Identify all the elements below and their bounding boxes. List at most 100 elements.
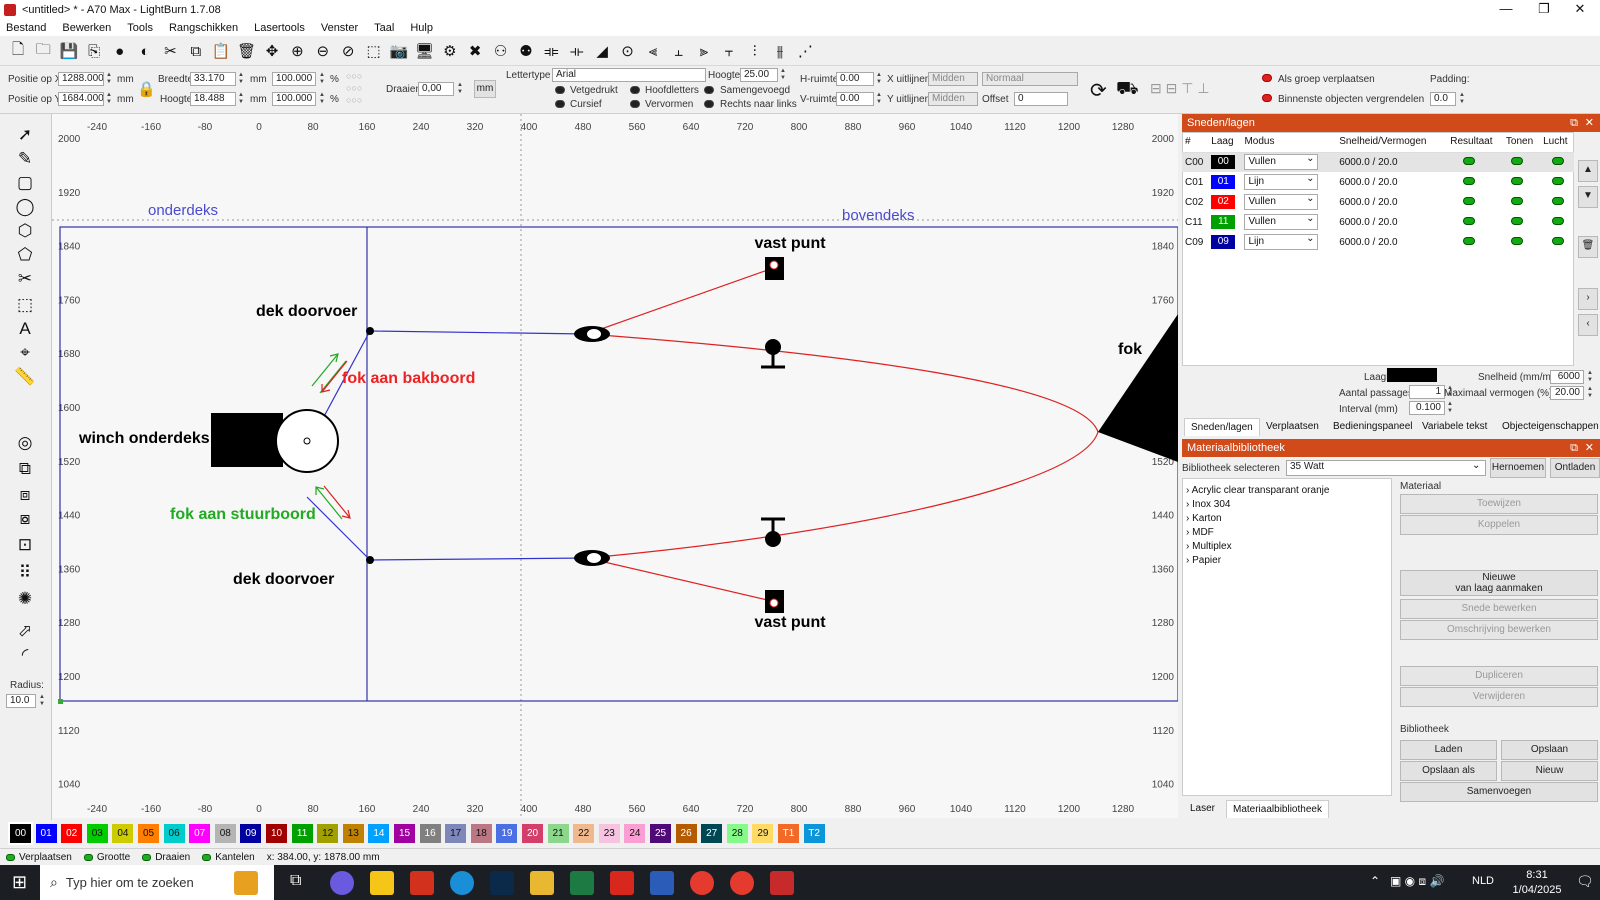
tab-cuts-layers[interactable]: Sneden/lagen: [1184, 418, 1260, 436]
welded-toggle[interactable]: [704, 86, 714, 94]
vspace-field[interactable]: 0.00: [836, 92, 874, 106]
menu-hulp[interactable]: Hulp: [410, 22, 433, 34]
font-height-spinner[interactable]: ▲ ▼: [779, 68, 787, 82]
lightburn-taskbar-icon[interactable]: [770, 871, 794, 895]
cuts-header-4[interactable]: Resultaat: [1447, 132, 1503, 153]
union-icon[interactable]: ⧈: [14, 484, 36, 506]
speed-spinner[interactable]: ▲ ▼: [1586, 370, 1594, 384]
tray-clock-time[interactable]: 8:31: [1512, 869, 1562, 881]
palette-swatch-14[interactable]: 14: [368, 824, 390, 843]
padding-field[interactable]: 0.0: [1430, 92, 1456, 106]
layer-swatch[interactable]: 00: [1211, 155, 1236, 170]
save-icon[interactable]: 💾: [59, 41, 79, 61]
distort-toggle[interactable]: [630, 100, 640, 108]
tab-move[interactable]: Verplaatsen: [1260, 418, 1325, 436]
table-row[interactable]: C02 02 Vullen 6000.0 / 20.0: [1182, 192, 1574, 212]
palette-swatch-20[interactable]: 20: [522, 824, 543, 843]
palette-swatch-15[interactable]: 15: [394, 824, 415, 843]
show-toggle[interactable]: [1510, 156, 1523, 165]
palette-swatch-05[interactable]: 05: [138, 824, 159, 843]
hspace-spinner[interactable]: ▲ ▼: [875, 72, 883, 86]
text-icon[interactable]: A: [14, 318, 36, 340]
work-briefcase-icon[interactable]: [234, 871, 258, 895]
acrobat-icon[interactable]: [610, 871, 634, 895]
chrome-profile-icon[interactable]: [730, 871, 754, 895]
polygon-icon[interactable]: ⬡: [14, 220, 36, 242]
tray-clock-date[interactable]: 1/04/2025: [1505, 884, 1569, 896]
file-explorer-icon[interactable]: [530, 871, 554, 895]
offset-field[interactable]: 0: [1014, 92, 1068, 106]
distribute-h-icon[interactable]: ⫶: [745, 41, 765, 61]
palette-swatch-01[interactable]: 01: [35, 824, 57, 843]
material-tree-item[interactable]: › Karton: [1186, 513, 1222, 524]
pos-y-spinner[interactable]: ▲ ▼: [105, 92, 113, 106]
rename-button[interactable]: Hernoemen: [1490, 458, 1546, 478]
bold-toggle[interactable]: [555, 86, 565, 94]
palette-swatch-07[interactable]: 07: [189, 824, 211, 843]
tools-icon[interactable]: ✖: [465, 41, 485, 61]
frame-select-icon[interactable]: ⬚: [364, 41, 384, 61]
table-row[interactable]: C11 11 Vullen 6000.0 / 20.0: [1182, 212, 1574, 232]
tray-chevron-icon[interactable]: ⌃: [1370, 874, 1380, 888]
output-toggle[interactable]: [1463, 176, 1476, 185]
label-vast-punt-top[interactable]: vast punt: [754, 235, 826, 252]
units-toggle-button[interactable]: mm: [474, 80, 496, 98]
unload-button[interactable]: Ontladen: [1550, 458, 1600, 478]
palette-swatch-08[interactable]: 08: [214, 824, 236, 843]
camera-icon[interactable]: 📷: [389, 41, 409, 61]
table-row[interactable]: C00 00 Vullen 6000.0 / 20.0: [1182, 152, 1574, 172]
cuts-header-1[interactable]: Laag: [1208, 132, 1242, 153]
align-center-icon[interactable]: ⊙: [618, 41, 638, 61]
save-as-button[interactable]: Opslaan als: [1400, 761, 1497, 781]
link-button[interactable]: Koppelen: [1400, 515, 1598, 535]
measure-icon[interactable]: 📏: [14, 366, 36, 388]
collapse-panel-button[interactable]: ‹: [1578, 314, 1598, 336]
menu-venster[interactable]: Venster: [321, 22, 358, 34]
intersect-icon[interactable]: ⊡: [14, 534, 36, 556]
cuts-header-6[interactable]: Lucht: [1540, 132, 1574, 153]
show-toggle[interactable]: [1510, 176, 1523, 185]
palette-swatch-25[interactable]: 25: [650, 824, 671, 843]
winch-base[interactable]: [211, 413, 283, 467]
palette-swatch-23[interactable]: 23: [598, 824, 620, 843]
menu-taal[interactable]: Taal: [374, 22, 394, 34]
palette-swatch-22[interactable]: 22: [573, 824, 595, 843]
table-row[interactable]: C09 09 Lijn 6000.0 / 20.0: [1182, 232, 1574, 252]
grid-array-icon[interactable]: ⠿: [14, 562, 36, 584]
deck-feedthrough-top[interactable]: [366, 327, 374, 335]
float-panel-icon[interactable]: ⧉: [1570, 439, 1578, 457]
caps-toggle[interactable]: [630, 86, 640, 94]
monitor-icon[interactable]: 🖥: [414, 41, 434, 61]
zoom-fit-icon[interactable]: ⊘: [338, 41, 358, 61]
weld-icon[interactable]: ⧉: [14, 458, 36, 480]
palette-swatch-09[interactable]: 09: [240, 824, 262, 843]
import-icon[interactable]: ●: [110, 41, 130, 61]
chrome-icon[interactable]: [690, 871, 714, 895]
edit-cut-button[interactable]: Snede bewerken: [1400, 599, 1598, 619]
palette-swatch-02[interactable]: 02: [61, 824, 83, 843]
delete-icon[interactable]: 🗑: [237, 41, 257, 61]
copy-icon[interactable]: ⧉: [186, 41, 206, 61]
rectangle-icon[interactable]: ▢: [14, 172, 36, 194]
palette-swatch-T2[interactable]: T2: [803, 824, 825, 843]
width-spinner[interactable]: ▲ ▼: [237, 72, 245, 86]
edge-icon[interactable]: [450, 871, 474, 895]
palette-swatch-16[interactable]: 16: [419, 824, 441, 843]
menu-rangschikken[interactable]: Rangschikken: [169, 22, 238, 34]
pos-y-field[interactable]: 1684.000: [58, 92, 104, 106]
mirror-v-icon[interactable]: ⟛: [567, 41, 587, 61]
palette-swatch-29[interactable]: 29: [752, 824, 774, 843]
pos-x-field[interactable]: 1288.000: [58, 72, 104, 86]
text-style-select[interactable]: Normaal: [982, 72, 1078, 86]
assign-button[interactable]: Toewijzen: [1400, 494, 1598, 514]
delete-layer-button[interactable]: 🗑: [1578, 236, 1598, 258]
cut-icon[interactable]: ✂: [160, 41, 180, 61]
cuts-header-0[interactable]: #: [1182, 132, 1209, 153]
palette-swatch-06[interactable]: 06: [163, 824, 185, 843]
expand-panel-button[interactable]: ›: [1578, 288, 1598, 310]
align-top-icon[interactable]: ⫠: [668, 41, 688, 61]
save-button[interactable]: Opslaan: [1501, 740, 1598, 760]
palette-swatch-04[interactable]: 04: [112, 824, 134, 843]
hspace-field[interactable]: 0.00: [836, 72, 874, 86]
palette-swatch-13[interactable]: 13: [342, 824, 364, 843]
